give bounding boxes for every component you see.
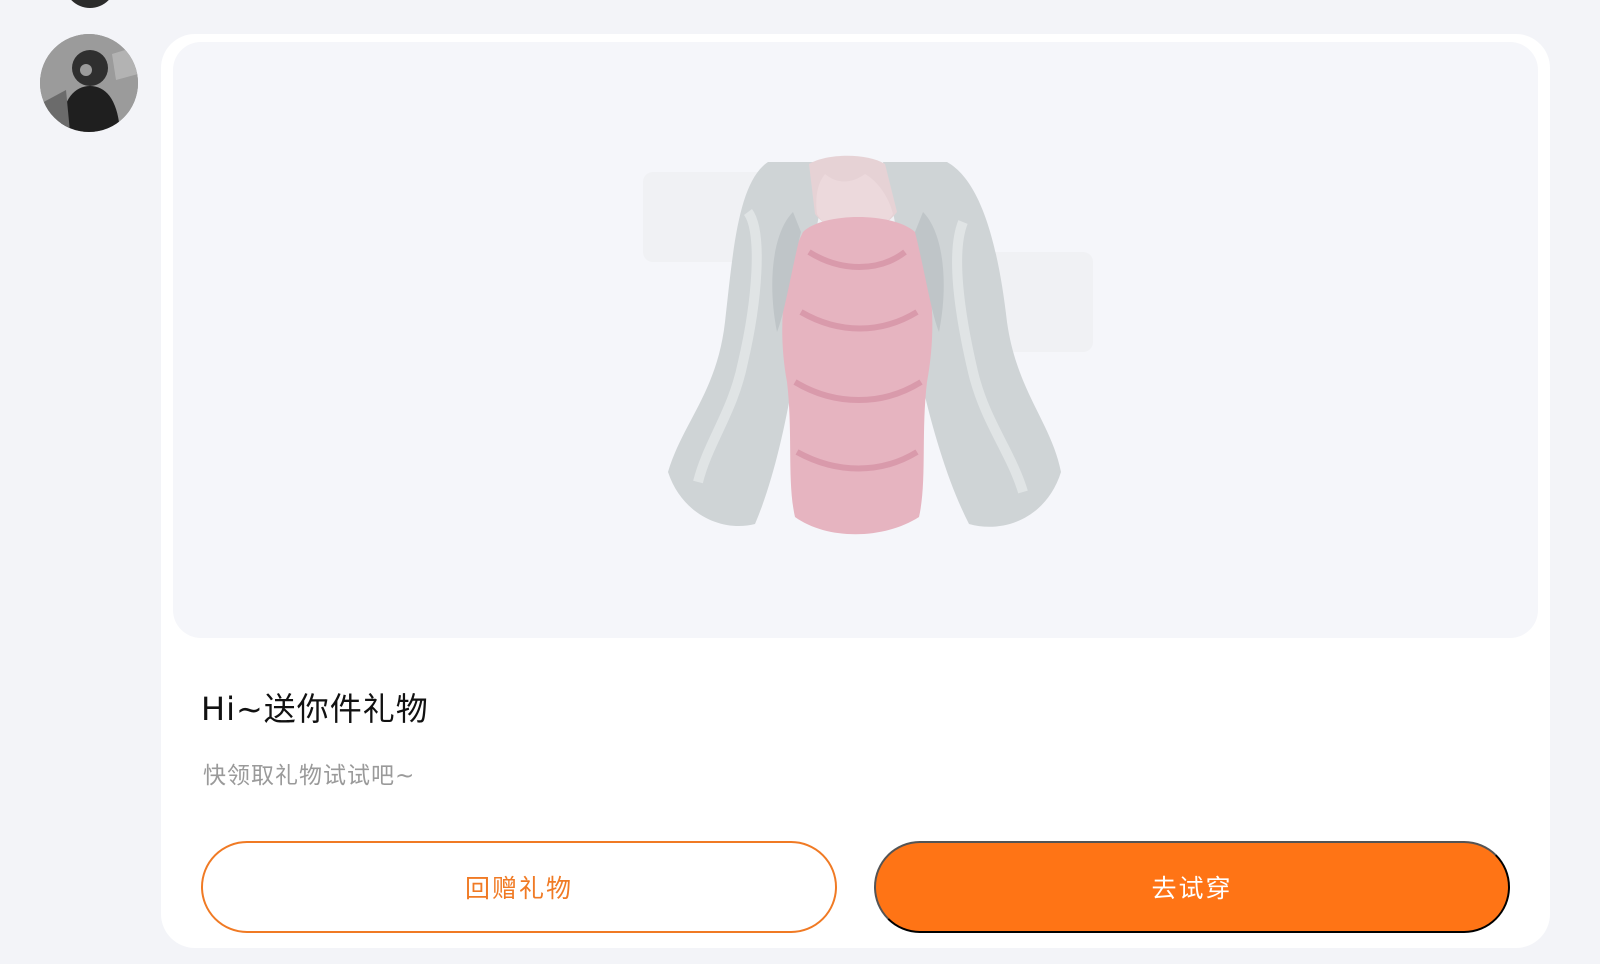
gift-subtitle: 快领取礼物试试吧~ — [203, 763, 416, 789]
gift-image — [643, 155, 1093, 535]
avatar-image — [40, 34, 138, 132]
gift-image-area — [173, 42, 1538, 638]
previous-avatar — [64, 0, 116, 8]
try-on-button[interactable]: 去试穿 — [874, 841, 1510, 933]
return-gift-button[interactable]: 回赠礼物 — [201, 841, 837, 933]
gift-title: Hi~送你件礼物 — [201, 690, 429, 728]
gift-card[interactable]: Hi~送你件礼物 快领取礼物试试吧~ 回赠礼物 去试穿 — [161, 34, 1550, 948]
avatar[interactable] — [40, 34, 138, 132]
